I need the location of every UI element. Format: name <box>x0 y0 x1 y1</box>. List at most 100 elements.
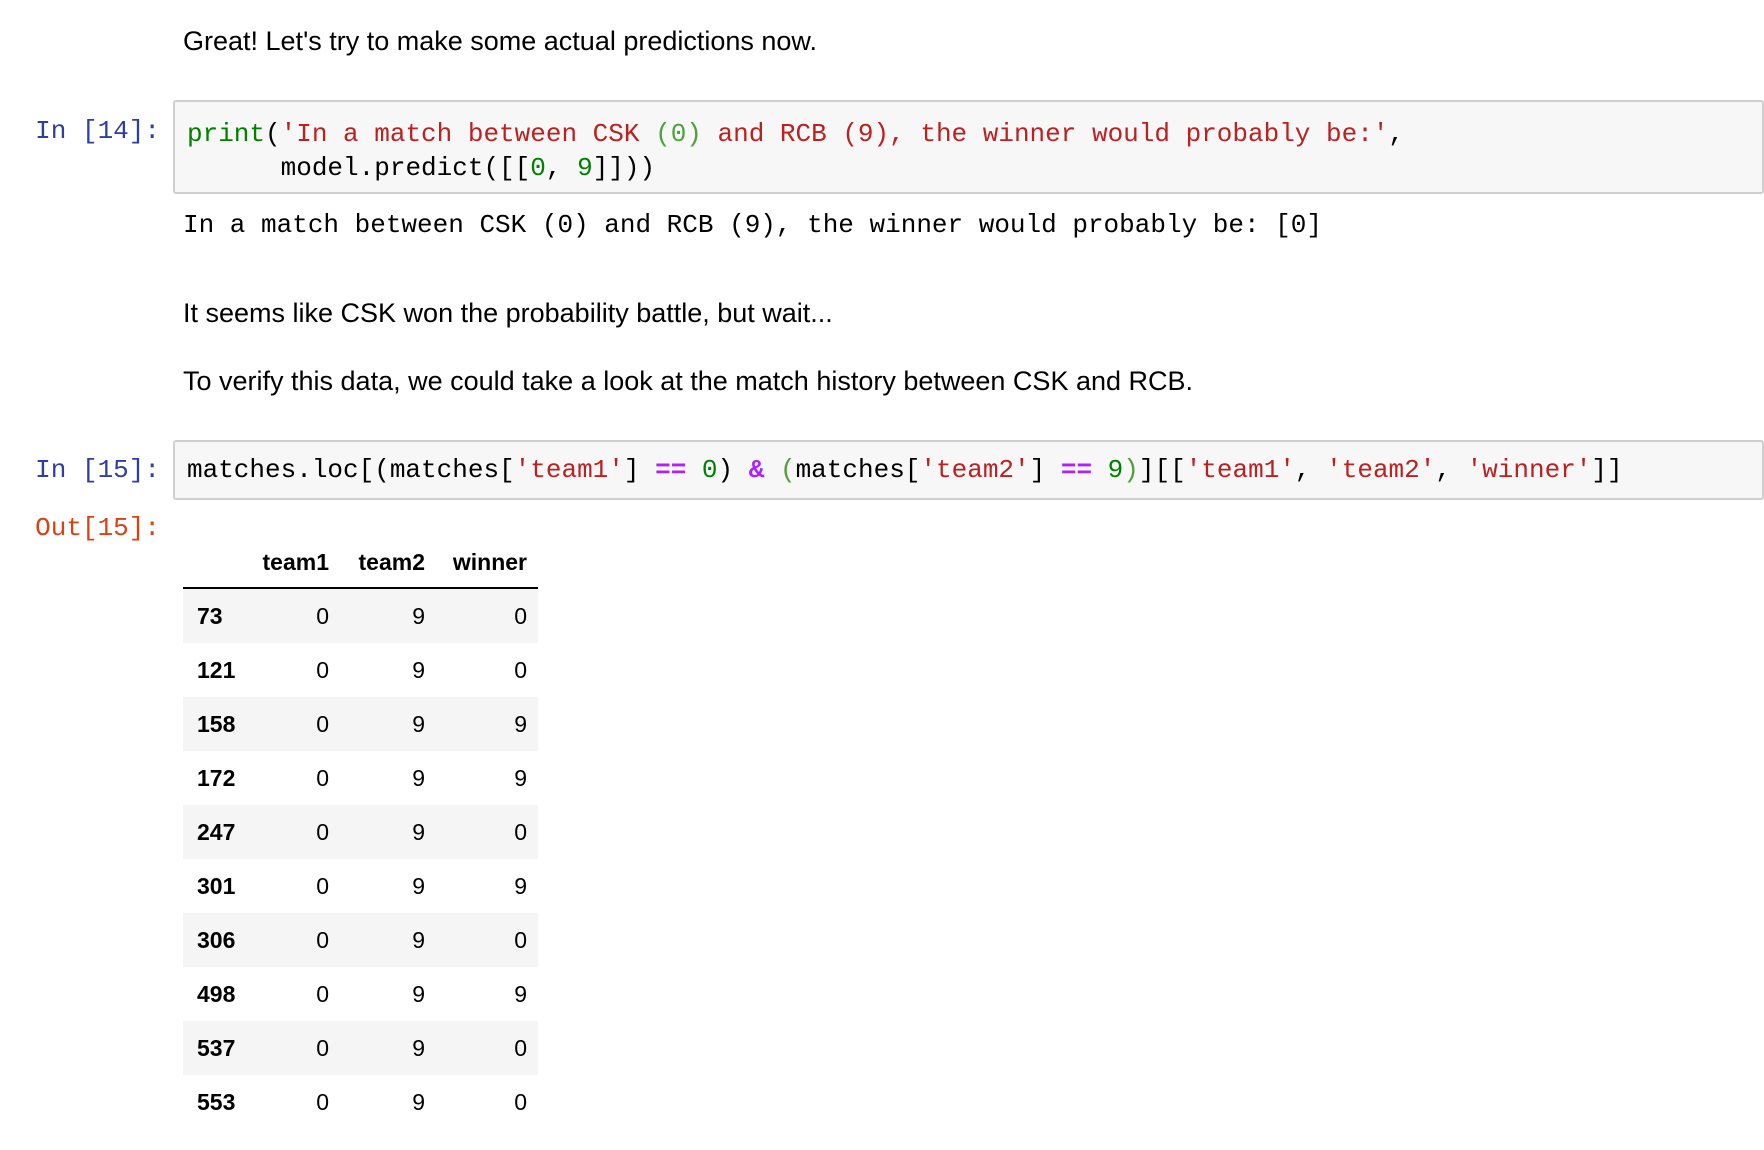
column-header-team1: team1 <box>248 537 340 589</box>
cell-winner: 9 <box>514 872 527 899</box>
code-number: 9 <box>577 153 593 183</box>
cell-winner: 9 <box>514 980 527 1007</box>
code-number: 0 <box>530 153 546 183</box>
cell-team1: 0 <box>316 602 329 629</box>
cell-team1: 0 <box>316 926 329 953</box>
table-row: 172 0 9 9 <box>183 751 538 805</box>
code-token: , <box>1294 455 1327 485</box>
code-token: , <box>1435 455 1467 485</box>
table-row: 537 0 9 0 <box>183 1021 538 1075</box>
table-row: 158 0 9 9 <box>183 697 538 751</box>
cell-team2: 9 <box>412 656 425 683</box>
table-row: 553 0 9 0 <box>183 1075 538 1129</box>
cell-team1: 0 <box>316 1088 329 1115</box>
code-operator: == <box>1060 455 1093 485</box>
output-stdout-14: In a match between CSK (0) and RCB (9), … <box>183 210 1322 240</box>
code-number: 9 <box>1107 455 1124 485</box>
cell-team2: 9 <box>412 1088 425 1115</box>
cell-team2: 9 <box>412 980 425 1007</box>
code-token: ( <box>265 119 281 149</box>
code-paren: ) <box>1123 455 1139 485</box>
cell-team2: 9 <box>412 764 425 791</box>
code-operator: == <box>655 455 687 485</box>
code-token: , <box>545 153 578 183</box>
column-header-team2: team2 <box>340 537 436 589</box>
row-index: 172 <box>197 764 236 791</box>
cell-winner: 0 <box>514 926 527 953</box>
cell-winner: 0 <box>514 656 527 683</box>
row-index: 301 <box>197 872 236 899</box>
code-string: 'team1' <box>514 455 624 485</box>
code-number: 0 <box>701 455 718 485</box>
code-token: matches[ <box>795 455 921 485</box>
code-string: 'In a match between CSK <box>280 119 656 149</box>
row-index: 537 <box>197 1034 236 1061</box>
code-cell-15[interactable]: matches.loc[(matches['team1'] == 0) & (m… <box>173 440 1764 500</box>
code-token: ]])) <box>592 153 656 183</box>
row-index: 73 <box>197 602 223 629</box>
code-token: , <box>1388 119 1405 149</box>
code-token: ][[ <box>1138 455 1186 485</box>
code-token: ) <box>717 455 749 485</box>
code-string: 'team1' <box>1185 455 1295 485</box>
cell-winner: 9 <box>514 710 527 737</box>
table-row: 121 0 9 0 <box>183 643 538 697</box>
code-token: ]] <box>1591 455 1623 485</box>
table-row: 498 0 9 9 <box>183 967 538 1021</box>
row-index: 306 <box>197 926 236 953</box>
cell-team1: 0 <box>316 1034 329 1061</box>
cell-team2: 9 <box>412 602 425 629</box>
code-token: ] <box>1029 455 1061 485</box>
code-operator: & <box>748 455 765 485</box>
row-index: 553 <box>197 1088 236 1115</box>
table-row: 301 0 9 9 <box>183 859 538 913</box>
cell-winner: 0 <box>514 1088 527 1115</box>
code-token-print: print <box>187 119 266 149</box>
row-index: 121 <box>197 656 236 683</box>
code-string: 'team2' <box>1326 455 1436 485</box>
table-row: 306 0 9 0 <box>183 913 538 967</box>
cell-team1: 0 <box>316 710 329 737</box>
cell-team1: 0 <box>316 656 329 683</box>
cell-team1: 0 <box>316 764 329 791</box>
cell-team1: 0 <box>316 980 329 1007</box>
cell-winner: 0 <box>514 1034 527 1061</box>
code-token: matches.loc[(matches[ <box>187 455 515 485</box>
code-string: 'winner' <box>1466 455 1592 485</box>
cell-team1: 0 <box>316 872 329 899</box>
code-cell-14[interactable]: print('In a match between CSK (0) and RC… <box>173 100 1764 194</box>
cell-winner: 0 <box>514 602 527 629</box>
code-string: 'team2' <box>920 455 1030 485</box>
cell-team2: 9 <box>412 926 425 953</box>
row-index: 498 <box>197 980 236 1007</box>
index-header <box>183 537 248 589</box>
input-prompt-14: In [14]: <box>35 116 160 146</box>
cell-winner: 0 <box>514 818 527 845</box>
cell-team2: 9 <box>412 1034 425 1061</box>
cell-winner: 9 <box>514 764 527 791</box>
cell-team2: 9 <box>412 872 425 899</box>
output-prompt-15: Out[15]: <box>35 513 160 543</box>
code-line-1: print('In a match between CSK (0) and RC… <box>187 119 1404 149</box>
table-row: 73 0 9 0 <box>183 588 538 643</box>
dataframe-table: team1 team2 winner 73 0 9 0 121 0 9 0 158 0 9 9 172 0… <box>183 537 538 1129</box>
code-token: ] <box>623 455 656 485</box>
markdown-text-battle: It seems like CSK won the probability ba… <box>183 298 833 328</box>
markdown-text-verify: To verify this data, we could take a loo… <box>183 366 1194 396</box>
code-line-2: model.predict([[0, 9]])) <box>187 153 656 183</box>
table-row: 247 0 9 0 <box>183 805 538 859</box>
row-index: 247 <box>197 818 236 845</box>
table-body: 73 0 9 0 121 0 9 0 158 0 9 9 172 0 9 9 247 0 9 0 301 0 9 9 306 0 9… <box>183 588 538 1129</box>
cell-team1: 0 <box>316 818 329 845</box>
code-string: (0) <box>655 119 702 149</box>
code-paren: ( <box>779 455 796 485</box>
row-index: 158 <box>197 710 236 737</box>
cell-team2: 9 <box>412 818 425 845</box>
cell-team2: 9 <box>412 710 425 737</box>
code-token: model.predict([[ <box>280 153 531 183</box>
input-prompt-15: In [15]: <box>35 455 160 485</box>
